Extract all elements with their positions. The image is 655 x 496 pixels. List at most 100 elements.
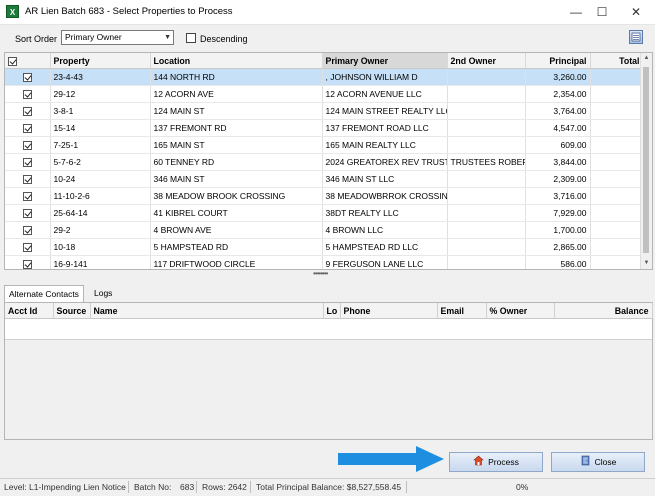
row-checkbox[interactable] <box>22 260 32 269</box>
table-row[interactable]: 10-18 5 HAMPSTEAD RD 5 HAMPSTEAD RD LLC 2,8… <box>5 238 644 256</box>
table-row[interactable]: 25-64-14 41 KIBREL COURT 38DT REALTY LLC 7,… <box>5 204 644 222</box>
row-checkbox[interactable] <box>22 243 32 253</box>
new-row[interactable] <box>5 318 652 340</box>
col-property[interactable]: Property <box>50 53 151 69</box>
row-checkbox-cell[interactable] <box>5 221 51 239</box>
status-total-principal: Total Principal Balance: $8,527,558.45 <box>256 482 402 492</box>
col-second-owner[interactable]: 2nd Owner <box>447 53 526 69</box>
scroll-down-icon[interactable]: ▼ <box>641 258 652 269</box>
splitter-handle[interactable]: •••••••• <box>313 270 341 278</box>
cell-primary-owner: 38 MEADOWBRROK CROSSING <box>322 187 448 205</box>
cell-total <box>590 136 644 154</box>
col-percent-owner[interactable]: % Owner <box>486 303 555 319</box>
scroll-thumb[interactable] <box>643 67 649 253</box>
table-row[interactable]: 23-4-43 144 NORTH RD, JOHNSON WILLIAM D 3,… <box>5 68 644 86</box>
row-checkbox[interactable] <box>22 73 32 83</box>
row-checkbox-cell[interactable] <box>5 170 51 188</box>
cell-location: 346 MAIN ST <box>150 170 323 188</box>
close-door-icon <box>580 454 591 472</box>
row-checkbox-cell[interactable] <box>5 85 51 103</box>
select-all-header[interactable] <box>5 53 51 69</box>
col-name[interactable]: Name <box>90 303 324 319</box>
cell-location: 124 MAIN ST <box>150 102 323 120</box>
cell-property: 16-9-141 <box>50 255 151 269</box>
table-row[interactable]: 15-14 137 FREMONT RD 137 FREMONT ROAD LLC 4… <box>5 119 644 137</box>
col-lo[interactable]: Lo <box>323 303 341 319</box>
table-row[interactable]: 11-10-2-6 38 MEADOW BROOK CROSSING 38 MEAD… <box>5 187 644 205</box>
table-row[interactable]: 29-2 4 BROWN AVE 4 BROWN LLC 1,700.00 <box>5 221 644 239</box>
select-all-checkbox[interactable] <box>8 56 17 66</box>
row-checkbox-cell[interactable] <box>5 204 51 222</box>
cell-second-owner <box>447 136 526 154</box>
cell-location: 38 MEADOW BROOK CROSSING <box>150 187 323 205</box>
title-bar: X AR Lien Batch 683 - Select Properties … <box>0 0 655 25</box>
col-location[interactable]: Location <box>150 53 323 69</box>
cell-property: 15-14 <box>50 119 151 137</box>
col-total[interactable]: Total <box>590 53 644 69</box>
row-checkbox[interactable] <box>22 141 32 151</box>
row-checkbox[interactable] <box>22 158 32 168</box>
cell-principal: 3,716.00 <box>525 187 591 205</box>
row-checkbox-cell[interactable] <box>5 136 51 154</box>
close-label: Close <box>594 457 617 467</box>
row-checkbox-cell[interactable] <box>5 153 51 171</box>
table-row[interactable]: 7-25-1 165 MAIN ST 165 MAIN REALTY LLC 609.… <box>5 136 644 154</box>
tab-logs[interactable]: Logs <box>90 285 116 301</box>
cell-primary-owner: 165 MAIN REALTY LLC <box>322 136 448 154</box>
grid-scrollbar[interactable]: ▲ ▼ <box>640 53 652 269</box>
table-row[interactable]: 16-9-141 117 DRIFTWOOD CIRCLE 9 FERGUSON L… <box>5 255 644 269</box>
table-row[interactable]: 29-12 12 ACORN AVE 12 ACORN AVENUE LLC 2,35… <box>5 85 644 103</box>
cell-total <box>590 221 644 239</box>
tab-alternate-contacts[interactable]: Alternate Contacts <box>4 285 84 303</box>
close-window-button[interactable]: ✕ <box>620 0 652 24</box>
col-phone[interactable]: Phone <box>340 303 438 319</box>
row-checkbox-cell[interactable] <box>5 102 51 120</box>
row-checkbox[interactable] <box>22 124 32 134</box>
cell-second-owner <box>447 238 526 256</box>
col-source[interactable]: Source <box>53 303 91 319</box>
status-bar: Level: L1-Impending Lien Notice Batch No… <box>0 478 655 496</box>
cell-property: 5-7-6-2 <box>50 153 151 171</box>
row-checkbox[interactable] <box>22 209 32 219</box>
cell-property: 3-8-1 <box>50 102 151 120</box>
table-row[interactable]: 5-7-6-2 60 TENNEY RD 2024 GREATOREX REV TR… <box>5 153 644 171</box>
row-checkbox-cell[interactable] <box>5 255 51 269</box>
cell-primary-owner: 5 HAMPSTEAD RD LLC <box>322 238 448 256</box>
cell-second-owner: TRUSTEES ROBERT <box>447 153 526 171</box>
row-checkbox[interactable] <box>22 226 32 236</box>
row-checkbox[interactable] <box>22 175 32 185</box>
col-principal[interactable]: Principal <box>525 53 591 69</box>
cell-location: 137 FREMONT RD <box>150 119 323 137</box>
cell-principal: 586.00 <box>525 255 591 269</box>
contacts-header-row: Acct Id Source Name Lo Phone Email % Own… <box>5 303 653 319</box>
cell-principal: 3,260.00 <box>525 68 591 86</box>
row-checkbox[interactable] <box>22 90 32 100</box>
table-row[interactable]: 10-24 346 MAIN ST 346 MAIN ST LLC 2,309.00 <box>5 170 644 188</box>
row-checkbox-cell[interactable] <box>5 68 51 86</box>
cell-total <box>590 238 644 256</box>
status-batch-no: 683 <box>180 482 195 492</box>
table-row[interactable]: 3-8-1 124 MAIN ST 124 MAIN STREET REALTY L… <box>5 102 644 120</box>
col-email[interactable]: Email <box>437 303 487 319</box>
export-icon[interactable] <box>629 30 643 44</box>
row-checkbox[interactable] <box>22 192 32 202</box>
process-button[interactable]: Process <box>449 452 543 472</box>
row-checkbox-cell[interactable] <box>5 119 51 137</box>
cell-total <box>590 204 644 222</box>
cell-total <box>590 255 644 269</box>
col-balance[interactable]: Balance <box>554 303 653 319</box>
row-checkbox-cell[interactable] <box>5 187 51 205</box>
sort-order-select[interactable]: Primary Owner ▼ <box>61 30 174 45</box>
row-checkbox[interactable] <box>22 107 32 117</box>
scroll-up-icon[interactable]: ▲ <box>641 53 652 64</box>
maximize-button[interactable]: ☐ <box>586 0 618 24</box>
col-primary-owner[interactable]: Primary Owner <box>322 53 448 69</box>
close-button[interactable]: Close <box>551 452 645 472</box>
cell-location: 144 NORTH RD <box>150 68 323 86</box>
cell-location: 5 HAMPSTEAD RD <box>150 238 323 256</box>
descending-checkbox[interactable] <box>186 33 196 43</box>
row-checkbox-cell[interactable] <box>5 238 51 256</box>
cell-primary-owner: , JOHNSON WILLIAM D <box>322 68 448 86</box>
col-acct-id[interactable]: Acct Id <box>5 303 54 319</box>
window-title: AR Lien Batch 683 - Select Properties to… <box>25 6 233 17</box>
